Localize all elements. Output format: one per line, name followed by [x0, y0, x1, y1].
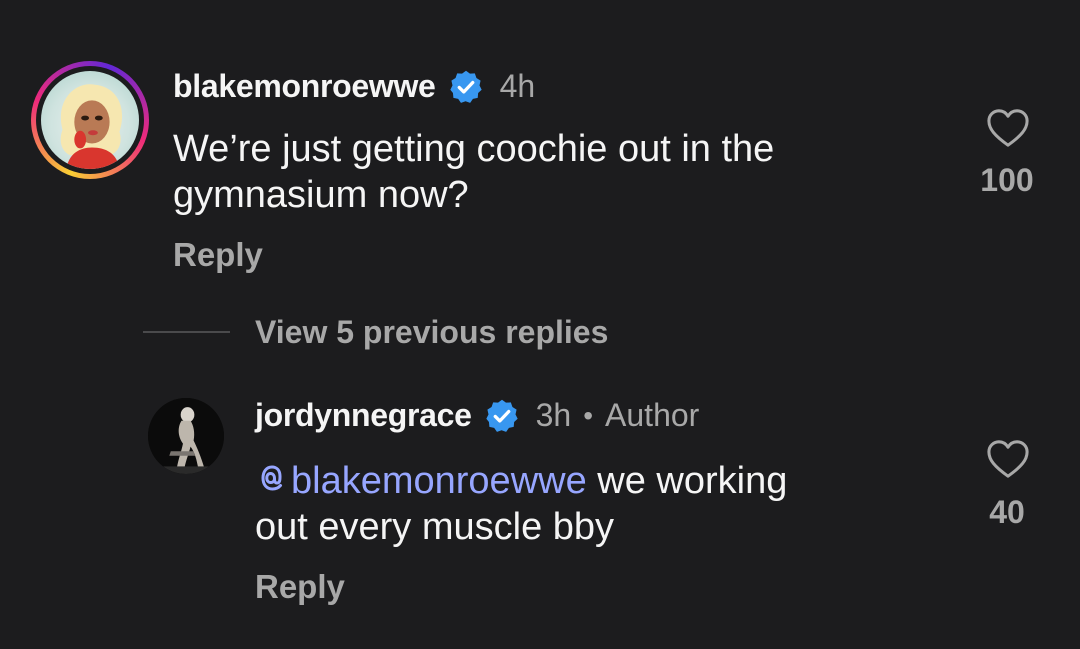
photo-avatar-icon[interactable] — [148, 398, 224, 474]
like-heart-icon[interactable] — [985, 107, 1031, 149]
comment-username[interactable]: blakemonroewwe — [173, 68, 436, 105]
reply-text-line1: we working — [586, 460, 788, 502]
reply-username[interactable]: jordynnegrace — [255, 397, 472, 434]
like-count: 100 — [980, 162, 1034, 198]
meta-separator: • — [583, 399, 594, 431]
like-count: 40 — [989, 494, 1025, 530]
reply-button[interactable]: Reply — [255, 568, 345, 606]
like-heart-icon[interactable] — [985, 438, 1031, 480]
comment-text: We’re just getting coochie out in the gy… — [173, 128, 775, 216]
reply-timestamp: 3h — [535, 397, 572, 433]
thread-divider — [143, 331, 230, 333]
reply-button[interactable]: Reply — [173, 236, 263, 274]
mention-username[interactable]: blakemonroewwe — [291, 460, 587, 502]
comment-timestamp: 4h — [499, 68, 536, 104]
reply-text: blakemonroewwe we working out every musc… — [255, 458, 935, 550]
reply-text-line2: out every muscle bby — [255, 506, 615, 548]
cartoon-avatar-icon — [41, 71, 139, 169]
mention-link[interactable]: blakemonroewwe — [255, 460, 587, 502]
verified-badge-icon — [484, 398, 520, 434]
verified-badge-icon — [448, 69, 484, 105]
view-replies-button[interactable]: View 5 previous replies — [255, 314, 608, 351]
author-label: Author — [605, 397, 700, 433]
avatar-story-ring[interactable] — [31, 61, 149, 179]
threads-at-icon — [255, 460, 289, 496]
